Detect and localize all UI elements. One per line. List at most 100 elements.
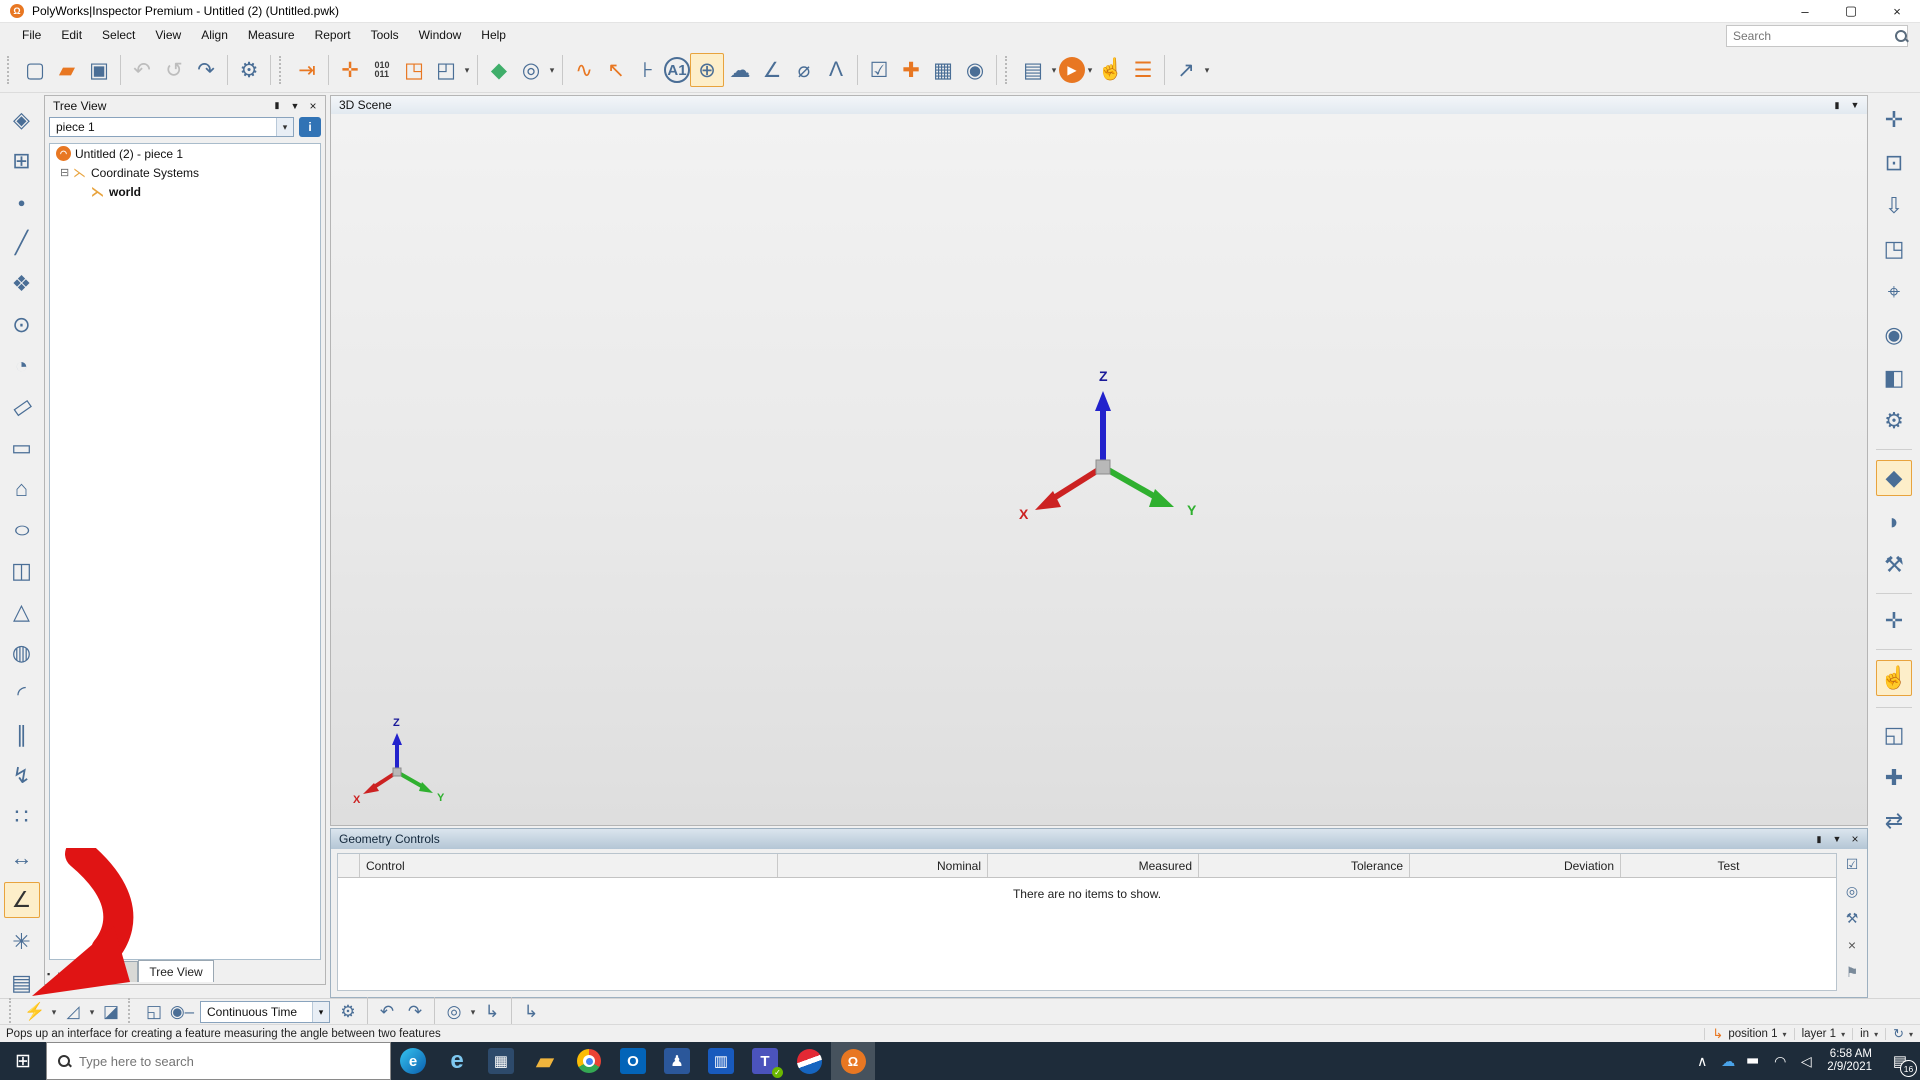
- chevron-down-icon[interactable]: ▾: [1874, 1030, 1878, 1039]
- display-options-icon[interactable]: ⚙: [1877, 404, 1911, 438]
- create-polyline-icon[interactable]: ↯: [5, 759, 39, 793]
- view-perpendicular-icon[interactable]: ⇩: [1877, 189, 1911, 223]
- panel-close-icon[interactable]: ×: [305, 98, 321, 114]
- report-table-icon[interactable]: ▦: [927, 54, 959, 86]
- panel-menu-icon[interactable]: ▼: [287, 98, 303, 114]
- column-nominal[interactable]: Nominal: [778, 854, 988, 877]
- create-slot-icon[interactable]: ▭: [0, 383, 45, 430]
- refresh-control[interactable]: ↻ ▾: [1885, 1028, 1920, 1041]
- compare-cloud-icon[interactable]: ☁: [724, 54, 756, 86]
- menu-window[interactable]: Window: [409, 25, 472, 45]
- colormap-cube-icon[interactable]: ◆: [1876, 460, 1912, 496]
- create-point-icon[interactable]: ●: [5, 185, 39, 219]
- chevron-down-icon[interactable]: ▾: [1085, 65, 1095, 76]
- panel-menu-icon[interactable]: ▼: [1829, 831, 1845, 847]
- create-gauge-icon[interactable]: ▤: [5, 966, 39, 1000]
- taskbar-app-internet-explorer[interactable]: e: [435, 1042, 479, 1080]
- chevron-down-icon[interactable]: ▾: [1909, 1030, 1913, 1039]
- chevron-down-icon[interactable]: ▾: [462, 65, 472, 76]
- laser-scanner-icon[interactable]: ◿: [59, 1000, 87, 1024]
- create-distance-icon[interactable]: ↔: [5, 841, 39, 875]
- create-surface-icon[interactable]: ◜: [5, 677, 39, 711]
- units-selector[interactable]: in ▾: [1852, 1028, 1885, 1041]
- import-data-icon[interactable]: ⇥: [291, 54, 323, 86]
- chart-view-icon[interactable]: ↗: [1170, 54, 1202, 86]
- create-arc-icon[interactable]: ◔: [5, 349, 39, 383]
- time-mode-selector[interactable]: Continuous Time ▾: [200, 1001, 330, 1023]
- colormap-settings-icon[interactable]: ⚒: [1877, 548, 1911, 582]
- add-selection-icon[interactable]: ✚: [1877, 761, 1911, 795]
- control-list-icon[interactable]: ☰: [1127, 54, 1159, 86]
- taskbar-app-chrome[interactable]: [567, 1042, 611, 1080]
- chevron-down-icon[interactable]: ▾: [87, 1007, 97, 1018]
- target-set-icon[interactable]: ◎: [440, 1000, 468, 1024]
- menu-view[interactable]: View: [145, 25, 191, 45]
- menu-measure[interactable]: Measure: [238, 25, 305, 45]
- chevron-down-icon[interactable]: ▾: [547, 65, 557, 76]
- chevron-down-icon[interactable]: ▾: [312, 1002, 329, 1022]
- save-project-icon[interactable]: ▣: [83, 54, 115, 86]
- tree-item-coordinate-systems[interactable]: ⊟ ⋋ Coordinate Systems: [50, 163, 320, 182]
- create-cone-icon[interactable]: △: [5, 595, 39, 629]
- transform-object-icon[interactable]: ◰: [430, 54, 462, 86]
- notification-center[interactable]: ▤ 16: [1880, 1042, 1920, 1080]
- create-line-icon[interactable]: ╱: [5, 226, 39, 260]
- create-datum-icon[interactable]: ✳: [5, 925, 39, 959]
- layer-selector[interactable]: layer 1 ▾: [1794, 1028, 1853, 1041]
- piece-selector[interactable]: piece 1 ▾: [49, 117, 294, 137]
- measurement-grid-icon[interactable]: ⊕: [690, 53, 724, 87]
- create-plane-icon[interactable]: ❖: [5, 267, 39, 301]
- taskbar-app-file-explorer[interactable]: ▰: [523, 1042, 567, 1080]
- pin-icon[interactable]: ▮: [269, 98, 285, 114]
- chevron-down-icon[interactable]: ▾: [49, 1007, 59, 1018]
- digital-readout-icon[interactable]: 010 011: [366, 54, 398, 86]
- add-grid-icon[interactable]: ⊞: [5, 144, 39, 178]
- collapse-icon[interactable]: ⊟: [60, 166, 72, 179]
- device-window-icon[interactable]: ◱: [140, 1000, 168, 1024]
- measure-angle-icon[interactable]: ∠: [756, 54, 788, 86]
- column-control[interactable]: Control: [360, 854, 778, 877]
- chevron-down-icon[interactable]: ▾: [1202, 65, 1212, 76]
- taskbar-app-logo[interactable]: [787, 1042, 831, 1080]
- tab-tree-view[interactable]: Tree View: [138, 960, 213, 982]
- tree-view-body[interactable]: ◠ Untitled (2) - piece 1 ⊟ ⋋ Coordinate …: [49, 143, 321, 960]
- search-box[interactable]: [1726, 25, 1908, 47]
- wrench-settings-icon[interactable]: ⚒: [1843, 909, 1861, 927]
- create-sphere-icon[interactable]: ◍: [5, 636, 39, 670]
- clear-icon[interactable]: ×: [1843, 936, 1861, 954]
- minimize-button[interactable]: –: [1782, 0, 1828, 22]
- probe-device-icon[interactable]: ◎: [515, 54, 547, 86]
- tab-dialog-zone[interactable]: g Zone: [79, 961, 138, 982]
- column-tolerance[interactable]: Tolerance: [1199, 854, 1410, 877]
- taskbar-app-people[interactable]: ♟: [655, 1042, 699, 1080]
- menu-edit[interactable]: Edit: [51, 25, 92, 45]
- create-pattern-icon[interactable]: ∷: [5, 800, 39, 834]
- add-snapshot-icon[interactable]: ✚: [895, 54, 927, 86]
- flip-direction-icon[interactable]: ⇄: [1877, 804, 1911, 838]
- play-sequence-icon[interactable]: ▶: [1059, 57, 1085, 83]
- align-objects-icon[interactable]: ✛: [334, 54, 366, 86]
- tray-chevron-icon[interactable]: ∧: [1689, 1042, 1715, 1080]
- search-icon[interactable]: [1894, 29, 1901, 43]
- selection-window-icon[interactable]: ◱: [1877, 718, 1911, 752]
- device-position-selector[interactable]: ↳ position 1 ▾: [1704, 1028, 1793, 1041]
- taskbar-search-input[interactable]: [77, 1053, 390, 1070]
- visibility-eye-icon[interactable]: ◉: [1877, 318, 1911, 352]
- panel-close-icon[interactable]: ×: [1847, 831, 1863, 847]
- create-rectangle-icon[interactable]: ▭: [5, 431, 39, 465]
- taskbar-app-edge[interactable]: e: [391, 1042, 435, 1080]
- snapshot-camera-icon[interactable]: ◉: [959, 54, 991, 86]
- start-button[interactable]: ⊞: [0, 1042, 46, 1080]
- piece-info-icon[interactable]: i: [299, 117, 321, 137]
- battery-icon[interactable]: ▮: [1735, 1048, 1773, 1074]
- pan-zoom-rotate-icon[interactable]: ✛: [1877, 103, 1911, 137]
- chevron-down-icon[interactable]: ▾: [1783, 1030, 1787, 1039]
- create-cylinder-icon[interactable]: ◫: [5, 554, 39, 588]
- maximize-button[interactable]: ▢: [1828, 0, 1874, 22]
- extract-feature-icon[interactable]: ◈: [5, 103, 39, 137]
- menu-tools[interactable]: Tools: [361, 25, 409, 45]
- zoom-region-icon[interactable]: ◳: [1877, 232, 1911, 266]
- menu-file[interactable]: File: [12, 25, 51, 45]
- single-point-probe-icon[interactable]: ◉–: [168, 1000, 196, 1024]
- macro-record-icon[interactable]: ◪: [97, 1000, 125, 1024]
